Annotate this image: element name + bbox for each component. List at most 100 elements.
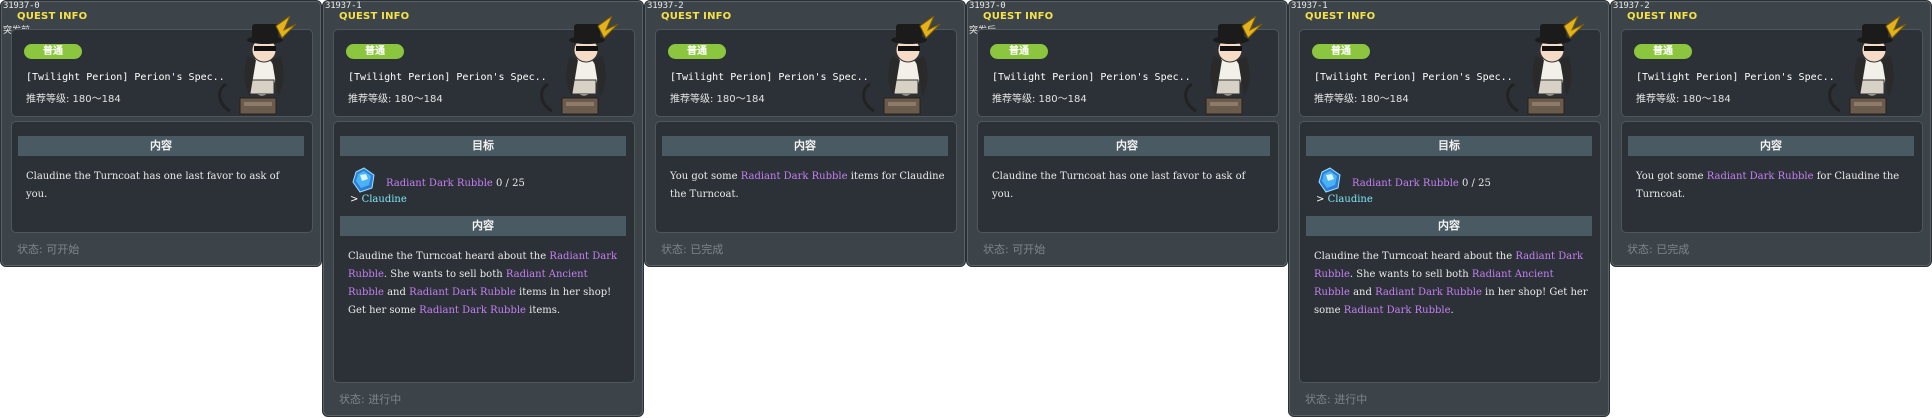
recommended-level: 推荐等级: 180～184 [348,94,443,105]
rubble-crystal-icon[interactable] [1316,166,1344,194]
quest-id: 31937-0 [969,1,1006,11]
quest-id: 31937-1 [1291,1,1328,11]
quest-status: 状态: 可开始 [983,243,1046,256]
panel-title: QUEST INFO [339,11,410,22]
quest-name[interactable]: [Twilight Perion] Perion's Spec.. [26,72,225,83]
target-item: Radiant Dark Rubble 0 / 25 [386,178,525,189]
quest-name[interactable]: [Twilight Perion] Perion's Spec.. [1636,72,1835,83]
npc-portrait-icon [1506,16,1585,115]
npc-portrait-icon [862,16,941,115]
quest-description: You got some Radiant Dark Rubble for Cla… [1636,168,1912,204]
item-name: Radiant Dark Rubble [1352,178,1459,189]
content-section: 内容 You got some Radiant Dark Rubble for … [1621,121,1923,233]
quest-info-panel: 31937-1 QUEST INFO 普通 [Twilight Perion] … [1288,0,1610,417]
quest-status: 状态: 已完成 [661,243,724,256]
quest-info-panel: 31937-1 QUEST INFO 普通 [Twilight Perion] … [322,0,644,417]
recommended-level: 推荐等级: 180～184 [26,94,121,105]
highlighted-item-text: Radiant Dark Rubble [740,171,848,182]
description-text: You got some [1636,171,1707,182]
quest-status: 状态: 进行中 [1305,393,1368,406]
quest-id: 31937-2 [647,1,684,11]
quest-description: You got some Radiant Dark Rubble items f… [670,168,946,204]
quest-status: 状态: 已完成 [1627,243,1690,256]
panel-title: QUEST INFO [1627,11,1698,22]
content-section: 内容 Claudine the Turncoat has one last fa… [977,121,1279,233]
npc-portrait-icon [218,16,297,115]
panel-title: QUEST INFO [983,11,1054,22]
quest-name[interactable]: [Twilight Perion] Perion's Spec.. [992,72,1191,83]
content-header: 内容 [18,136,304,156]
quest-header: 普通 [Twilight Perion] Perion's Spec.. 推荐等… [11,16,313,117]
panel-title: QUEST INFO [1305,11,1376,22]
quest-header: 普通 [Twilight Perion] Perion's Spec.. 推荐等… [333,16,635,117]
quest-header: 普通 [Twilight Perion] Perion's Spec.. 推荐等… [1299,16,1601,117]
recommended-level: 推荐等级: 180～184 [1636,94,1731,105]
quest-type-badge: 普通 [1312,44,1370,59]
content-header: 内容 [984,136,1270,156]
highlighted-item-text: Radiant Dark Rubble [419,305,526,316]
content-header: 内容 [1628,136,1914,156]
item-count: 0 / 25 [496,178,525,189]
npc-portrait-icon [1184,16,1263,115]
content-header: 内容 [662,136,948,156]
content-header: 内容 [1306,216,1592,236]
description-text: Claudine the Turncoat heard about the [348,251,550,262]
quest-type-badge: 普通 [24,44,82,59]
quest-status: 状态: 可开始 [17,243,80,256]
description-text: Claudine the Turncoat heard about the [1314,251,1516,262]
quest-header: 普通 [Twilight Perion] Perion's Spec.. 推荐等… [977,16,1279,117]
quest-header: 普通 [Twilight Perion] Perion's Spec.. 推荐等… [655,16,957,117]
npc-portrait-icon [540,16,619,115]
quest-header: 普通 [Twilight Perion] Perion's Spec.. 推荐等… [1621,16,1923,117]
content-section: 内容 Claudine the Turncoat has one last fa… [11,121,313,233]
content-header: 内容 [340,216,626,236]
target-header: 目标 [1306,136,1592,156]
quest-name[interactable]: [Twilight Perion] Perion's Spec.. [348,72,547,83]
description-text: . She wants to sell both [1349,269,1472,280]
npc-name[interactable]: Claudine [1328,194,1373,205]
quest-id: 31937-2 [1613,1,1650,11]
target-and-content-section: 目标 Radiant Dark Rubble 0 / 25 > Claudine… [333,121,635,383]
quest-description: Claudine the Turncoat heard about the Ra… [348,248,624,320]
item-name: Radiant Dark Rubble [386,178,493,189]
description-text: and [383,287,410,298]
quest-info-panel: 31937-0 QUEST INFO 突发后 普通 [Twilight Peri… [966,0,1288,267]
target-item: Radiant Dark Rubble 0 / 25 [1352,178,1491,189]
npc-portrait-icon [1828,16,1907,115]
npc-link-prefix: > [350,194,362,205]
npc-name[interactable]: Claudine [362,194,407,205]
quest-type-badge: 普通 [1634,44,1692,59]
target-header: 目标 [340,136,626,156]
rubble-crystal-icon[interactable] [350,166,378,194]
recommended-level: 推荐等级: 180～184 [1314,94,1409,105]
quest-info-panel: 31937-2 QUEST INFO 普通 [Twilight Perion] … [644,0,966,267]
quest-id: 31937-0 [3,1,40,11]
quest-id: 31937-1 [325,1,362,11]
quest-description: Claudine the Turncoat heard about the Ra… [1314,248,1590,320]
npc-link[interactable]: > Claudine [1316,194,1373,205]
highlighted-item-text: Radiant Dark Rubble [1706,171,1814,182]
quest-name[interactable]: [Twilight Perion] Perion's Spec.. [1314,72,1513,83]
quest-status: 状态: 进行中 [339,393,402,406]
highlighted-item-text: Radiant Dark Rubble [409,287,516,298]
description-text: items. [525,305,561,316]
recommended-level: 推荐等级: 180～184 [670,94,765,105]
description-text: . She wants to sell both [383,269,506,280]
item-count: 0 / 25 [1462,178,1491,189]
panel-title: QUEST INFO [17,11,88,22]
quest-type-badge: 普通 [990,44,1048,59]
npc-link[interactable]: > Claudine [350,194,407,205]
highlighted-item-text: Radiant Dark Rubble [1375,287,1482,298]
target-and-content-section: 目标 Radiant Dark Rubble 0 / 25 > Claudine… [1299,121,1601,383]
description-text: . [1450,305,1454,316]
quest-type-badge: 普通 [668,44,726,59]
panel-title: QUEST INFO [661,11,732,22]
quest-name[interactable]: [Twilight Perion] Perion's Spec.. [670,72,869,83]
highlighted-item-text: Radiant Dark Rubble [1343,305,1451,316]
recommended-level: 推荐等级: 180～184 [992,94,1087,105]
content-section: 内容 You got some Radiant Dark Rubble item… [655,121,957,233]
quest-description: Claudine the Turncoat has one last favor… [992,171,1246,200]
npc-link-prefix: > [1316,194,1328,205]
quest-type-badge: 普通 [346,44,404,59]
description-text: You got some [670,171,741,182]
